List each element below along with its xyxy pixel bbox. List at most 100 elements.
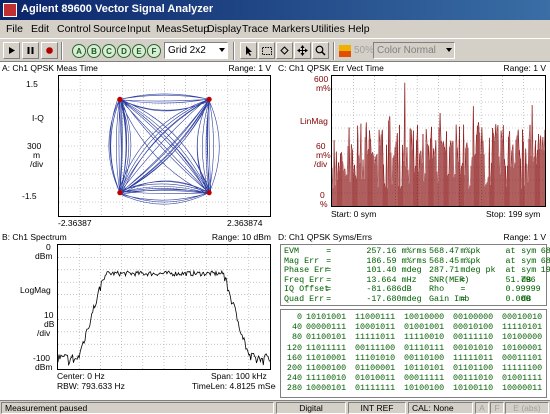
panel-d-header: D: Ch1 QPSK Syms/Errs Range: 1 V (276, 231, 550, 243)
play-button[interactable] (3, 42, 20, 59)
menu-display[interactable]: Display (207, 23, 241, 35)
constellation-point (117, 96, 123, 102)
symbol-bits: 01101100 (453, 362, 494, 373)
pointer-tool-button[interactable] (240, 42, 257, 59)
trace-c-button[interactable]: C (102, 44, 116, 58)
symbol-bits: 01001111 (502, 373, 543, 384)
panel-a-plot[interactable] (58, 75, 271, 217)
panel-a-ybottom: -1.5 (22, 191, 37, 201)
error-cell: 199 (540, 265, 550, 276)
panel-a-xright: 2.363874 (227, 218, 263, 228)
color-scheme-value: Color Normal (377, 45, 436, 56)
panel-d-title: D: Ch1 QPSK Syms/Errs (278, 232, 372, 242)
iq-trajectory (108, 93, 220, 205)
arrow-pointer-icon (246, 45, 252, 56)
status-input: Digital (276, 402, 346, 414)
panel-c-yunit: LinMag (300, 116, 328, 126)
status-message: Measurement paused (1, 402, 274, 414)
error-cell: Quad Err (284, 293, 325, 304)
panel-c-plot[interactable] (331, 75, 546, 207)
symbol-bits: 00011111 (404, 373, 445, 384)
symbol-bits: 00111110 (453, 332, 494, 343)
menu-utilities[interactable]: Utilities (311, 23, 345, 35)
layout-select[interactable]: Grid 2x2 (164, 42, 228, 59)
trace-b-button[interactable]: B (87, 44, 101, 58)
symbol-bits: 01110111 (404, 342, 445, 353)
error-cell: dB (521, 293, 532, 304)
trace-f-button[interactable]: F (147, 44, 161, 58)
panel-a-scale-div: /div (30, 159, 44, 169)
error-summary-table: EVM = 257.16 m%rms 568.47 m%pk at sym 68 Mag Err =… (280, 244, 550, 306)
trace-d-button[interactable]: D (117, 44, 131, 58)
status-flag-f: F (490, 402, 504, 414)
marker-tool-button[interactable] (276, 42, 293, 59)
panel-a-range: Range: 1 V (228, 63, 271, 73)
diamond-icon (280, 46, 289, 55)
menu-input[interactable]: Input (127, 23, 150, 35)
symbol-bits: 11111100 (502, 362, 543, 373)
symbol-bits: 00111010 (453, 373, 494, 384)
panel-c: C: Ch1 QPSK Err Vect Time Range: 1 V 600… (276, 62, 550, 229)
panel-b-plot[interactable] (57, 244, 271, 370)
chevron-down-icon (446, 48, 452, 52)
symbol-index: 0 (296, 312, 302, 322)
menu-trace[interactable]: Trace (242, 23, 268, 35)
error-cell: -17.680 (366, 293, 402, 304)
error-vector-chart (332, 76, 545, 206)
symbol-bits: 10010000 (404, 312, 445, 322)
color-swatch-icon[interactable] (339, 42, 351, 59)
trace-e-button[interactable]: E (132, 44, 146, 58)
pan-tool-button[interactable] (294, 42, 311, 59)
record-button[interactable] (41, 42, 58, 59)
panel-a-yunit: I-Q (32, 113, 44, 123)
menu-help[interactable]: Help (348, 23, 370, 35)
panel-c-title: C: Ch1 QPSK Err Vect Time (278, 63, 384, 73)
panel-c-header: C: Ch1 QPSK Err Vect Time Range: 1 V (276, 62, 550, 74)
menu-edit[interactable]: Edit (31, 23, 49, 35)
status-flag-e: E (abs) (505, 402, 549, 414)
status-ref: INT REF (348, 402, 406, 414)
toolbar-separator (333, 42, 335, 60)
dashed-rect-icon (261, 46, 272, 55)
menu-file[interactable]: File (6, 23, 23, 35)
menu-markers[interactable]: Markers (272, 23, 310, 35)
symbol-bits: 11011111 (306, 342, 347, 353)
app-icon (3, 3, 17, 17)
panel-c-ytop-unit: m% (316, 83, 331, 93)
toolbar: A B C D E F Grid 2x2 50% Color Normal (0, 38, 550, 62)
symbol-bits: 10000101 (306, 383, 347, 394)
symbol-bits: 11010001 (306, 352, 347, 363)
panel-a: A: Ch1 QPSK Meas Time Range: 1 V 1.5 I-Q… (0, 62, 275, 229)
symbol-bits: 00101010 (453, 342, 494, 353)
symbol-bits: 00010010 (502, 312, 543, 322)
panel-b-title: B: Ch1 Spectrum (2, 232, 67, 242)
panel-a-ytop: 1.5 (26, 79, 38, 89)
pause-icon (27, 47, 34, 54)
record-icon (46, 47, 53, 54)
pause-button[interactable] (22, 42, 39, 59)
panel-b-span: Span: 100 kHz (211, 371, 267, 381)
workspace: A: Ch1 QPSK Meas Time Range: 1 V 1.5 I-Q… (0, 62, 550, 400)
symbol-bits: 11110010 (404, 332, 445, 343)
box-zoom-button[interactable] (258, 42, 275, 59)
panel-b-ytop-unit: dBm (35, 251, 53, 261)
constellation-point (206, 96, 212, 102)
layout-select-value: Grid 2x2 (168, 45, 206, 56)
symbol-index: 240 (286, 373, 302, 384)
panel-d: D: Ch1 QPSK Syms/Errs Range: 1 V EVM = 257… (276, 231, 550, 400)
zoom-tool-button[interactable] (312, 42, 329, 59)
trace-a-button[interactable]: A (72, 44, 86, 58)
symbol-bits: 10101001 (306, 312, 347, 322)
constellation-point (117, 190, 123, 196)
constellation-point (206, 190, 212, 196)
symbol-index: 120 (286, 342, 302, 353)
menu-control[interactable]: Control (57, 23, 91, 35)
menu-meassetup[interactable]: MeasSetup (156, 23, 209, 35)
panel-c-stop: Stop: 199 sym (486, 209, 541, 219)
menu-source[interactable]: Source (93, 23, 126, 35)
symbol-bits: 11101010 (355, 352, 396, 363)
symbol-table: 0 10101001 11000111 10010000 00100000 0001001… (280, 309, 547, 398)
symbol-bits: 00111100 (355, 342, 396, 353)
symbol-bits: 10001011 (355, 322, 396, 333)
color-scheme-select[interactable]: Color Normal (373, 42, 455, 59)
